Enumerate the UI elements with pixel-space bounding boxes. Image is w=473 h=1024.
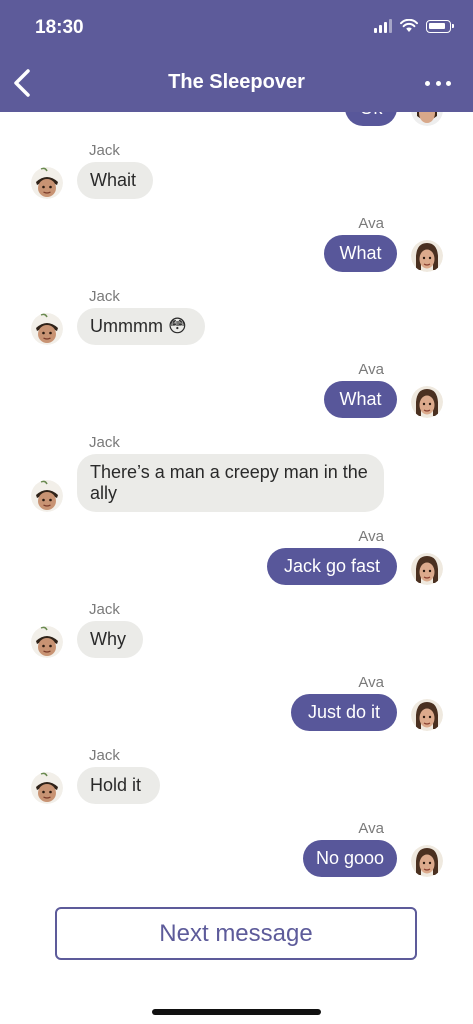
message-bubble[interactable]: Whait — [77, 162, 153, 199]
status-time: 18:30 — [35, 17, 84, 38]
message-bubble[interactable]: What — [324, 235, 397, 272]
sender-name: Ava — [358, 674, 384, 691]
message-bubble[interactable]: Ummmm 😳 — [77, 308, 205, 345]
wifi-icon — [400, 19, 418, 32]
sender-name: Ava — [358, 361, 384, 378]
avatar — [411, 845, 443, 877]
header: 18:30 The Sleepover — [0, 0, 473, 112]
sender-name: Jack — [89, 434, 120, 451]
signal-icon — [374, 19, 392, 33]
avatar — [411, 553, 443, 585]
more-options-button[interactable] — [425, 73, 451, 93]
message-bubble[interactable]: What — [324, 381, 397, 418]
battery-icon — [426, 19, 454, 33]
avatar — [411, 112, 443, 126]
sender-name: Ava — [358, 215, 384, 232]
sender-name: Jack — [89, 601, 120, 618]
message-bubble[interactable]: There’s a man a creepy man in the ally — [77, 454, 384, 512]
avatar — [411, 240, 443, 272]
avatar — [31, 480, 63, 512]
message-bubble: Ok — [345, 112, 397, 126]
sender-name: Ava — [358, 820, 384, 837]
sender-name: Jack — [89, 288, 120, 305]
sender-name: Ava — [358, 528, 384, 545]
conversation-title: The Sleepover — [168, 71, 305, 93]
avatar — [31, 772, 63, 804]
sender-name: Jack — [89, 142, 120, 159]
next-message-button[interactable]: Next message — [55, 907, 417, 960]
avatar — [31, 313, 63, 345]
message-bubble[interactable]: Just do it — [291, 694, 397, 731]
message-bubble[interactable]: Jack go fast — [267, 548, 397, 585]
avatar — [31, 626, 63, 658]
sender-name: Jack — [89, 747, 120, 764]
message-bubble[interactable]: No gooo — [303, 840, 397, 877]
message-bubble[interactable]: Hold it — [77, 767, 160, 804]
avatar — [31, 167, 63, 199]
home-indicator — [152, 1009, 321, 1015]
avatar — [411, 699, 443, 731]
message-bubble[interactable]: Why — [77, 621, 143, 658]
avatar — [411, 386, 443, 418]
status-icons — [374, 19, 454, 33]
message-list[interactable]: Ok Jack Whait Ava What Jack Ummmm 😳 Ava What Jac… — [0, 112, 473, 892]
